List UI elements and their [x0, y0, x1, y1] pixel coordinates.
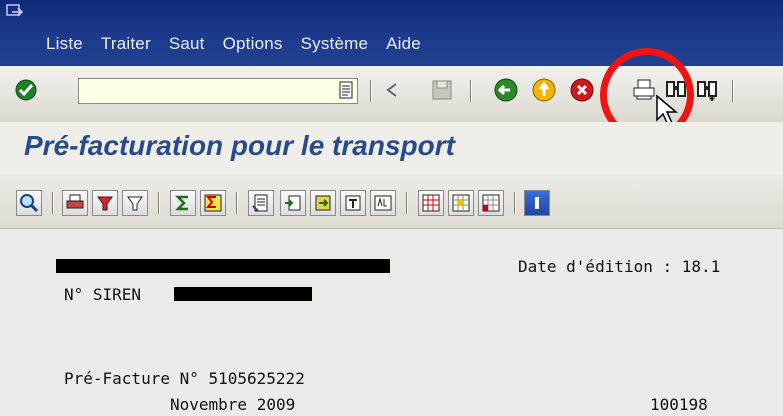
find-next-button[interactable] [694, 76, 722, 104]
report-code: 100198 [650, 395, 708, 414]
spreadsheet-export-icon [252, 194, 268, 212]
filter-icon [127, 196, 143, 211]
local-file-icon [315, 195, 331, 211]
subtotal-icon [204, 194, 222, 212]
command-doc-icon[interactable] [339, 81, 353, 99]
local-file-button[interactable] [310, 190, 336, 216]
save-layout-icon [482, 194, 500, 212]
grid-layout-icon [422, 194, 440, 212]
invoice-number: Pré-Facture N° 5105625222 [64, 369, 305, 388]
export-excel-button[interactable] [248, 190, 274, 216]
abc-analysis-button[interactable] [370, 190, 396, 216]
detail-button[interactable] [16, 190, 42, 216]
menu-options[interactable]: Options [223, 34, 283, 54]
sort-button[interactable] [92, 190, 118, 216]
menu-aide[interactable]: Aide [386, 34, 421, 54]
subtotal-button[interactable] [200, 190, 226, 216]
redacted-company-name [56, 259, 390, 273]
enter-check-button[interactable] [12, 76, 40, 104]
abc-analysis-icon [374, 195, 392, 211]
menu-systeme[interactable]: Système [301, 34, 369, 54]
word-processing-button[interactable] [280, 190, 306, 216]
layout-button[interactable] [418, 190, 444, 216]
back-arrow-icon [386, 83, 397, 97]
magnify-detail-icon [20, 194, 39, 213]
choose-layout-icon [452, 194, 470, 212]
print-icon [66, 194, 84, 209]
page-title: Pré-facturation pour le transport [24, 130, 455, 161]
enter-check-icon [15, 79, 37, 101]
invoice-period: Novembre 2009 [170, 395, 296, 414]
cancel-icon [570, 78, 594, 102]
save-icon [432, 80, 452, 100]
back-button[interactable] [492, 76, 520, 104]
print-list-button[interactable] [62, 190, 88, 216]
send-icon [345, 195, 361, 211]
sum-button[interactable] [170, 190, 196, 216]
exit-icon [532, 78, 556, 102]
save-button[interactable] [428, 76, 456, 104]
edition-date: Date d'édition : 18.1 [518, 257, 721, 276]
menu-saut[interactable]: Saut [169, 34, 205, 54]
info-icon [535, 197, 539, 209]
menu-liste[interactable]: Liste [46, 34, 83, 54]
command-field[interactable] [78, 78, 358, 104]
choose-layout-button[interactable] [448, 190, 474, 216]
report-area: Date d'édition : 18.1 N° SIREN Pré-Factu… [0, 229, 783, 416]
filter-button[interactable] [122, 190, 148, 216]
send-button[interactable] [340, 190, 366, 216]
funnel-sort-icon [97, 196, 113, 211]
find-next-icon [697, 81, 717, 101]
siren-label: N° SIREN [64, 285, 142, 304]
cancel-button[interactable] [568, 76, 596, 104]
redacted-siren-number [174, 287, 312, 301]
back-arrow-button[interactable] [378, 76, 406, 104]
info-button[interactable] [524, 190, 550, 216]
back-icon [494, 78, 518, 102]
exit-button[interactable] [530, 76, 558, 104]
menu-traiter[interactable]: Traiter [101, 34, 151, 54]
doc-arrow-icon [285, 195, 301, 211]
save-layout-button[interactable] [478, 190, 504, 216]
system-menu-icon[interactable] [6, 4, 24, 20]
sigma-icon [174, 195, 188, 211]
